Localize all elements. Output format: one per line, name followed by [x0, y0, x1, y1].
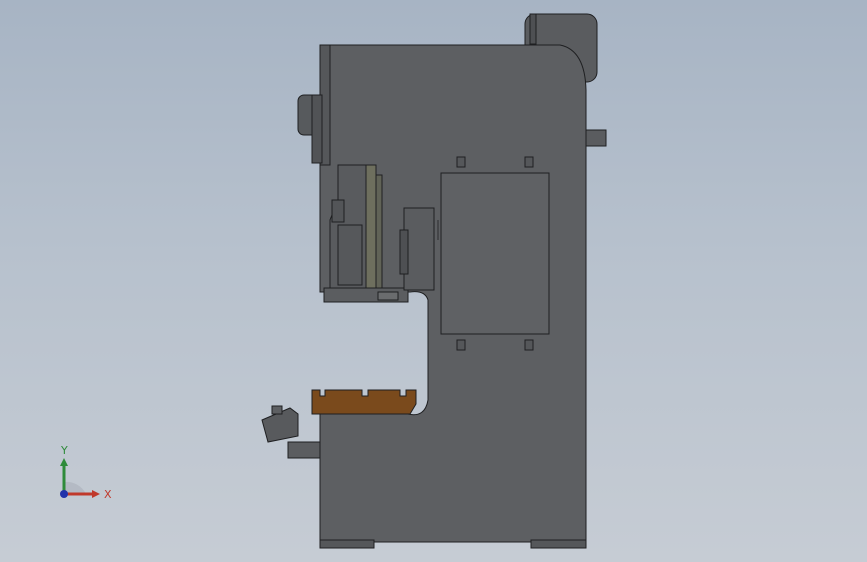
y-axis-label: Y: [60, 444, 68, 457]
foot-switch: [261, 405, 321, 459]
flywheel: [297, 94, 323, 164]
base-foot-left: [319, 539, 375, 549]
base-foot-right: [530, 539, 587, 549]
side-panel-cover: [440, 156, 550, 351]
z-axis-dot: [60, 490, 68, 498]
orientation-triad: Y X: [60, 444, 112, 501]
press-machine-model[interactable]: [0, 0, 867, 562]
bolster-bed: [311, 389, 417, 415]
cad-viewport[interactable]: Y X: [0, 0, 867, 562]
x-axis-label: X: [104, 488, 112, 501]
die-block: [399, 207, 439, 291]
rear-rod: [585, 129, 607, 147]
